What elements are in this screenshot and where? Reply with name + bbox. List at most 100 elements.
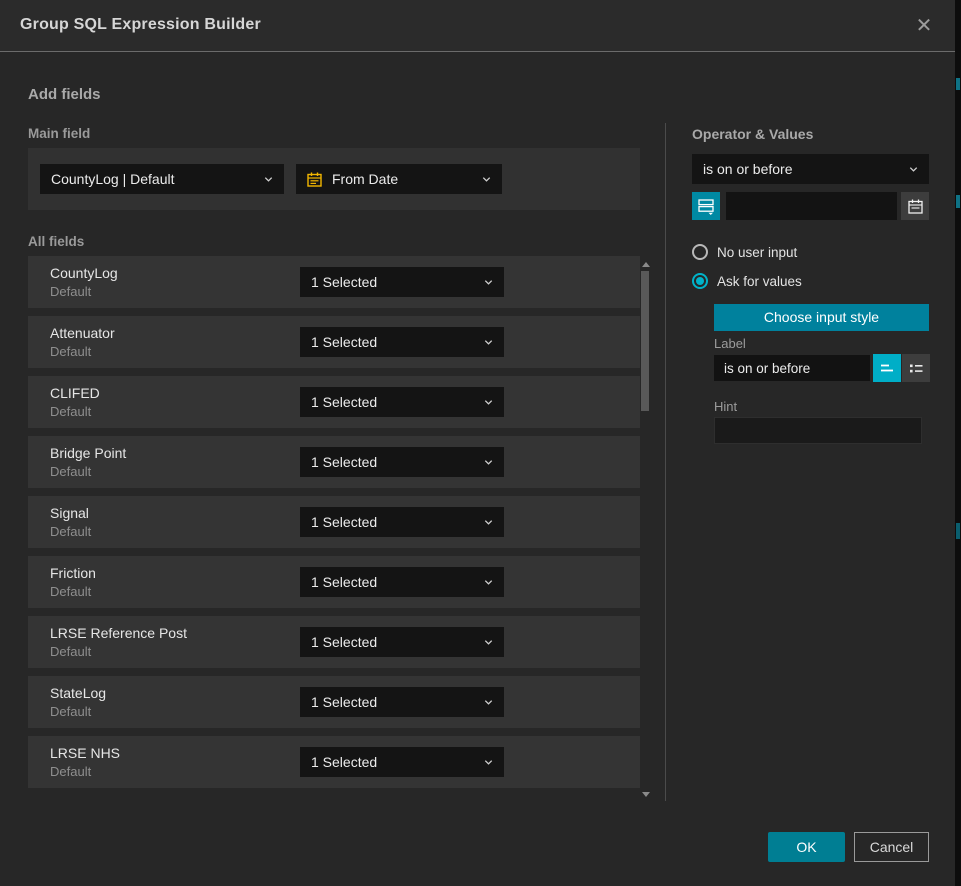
field-values-dropdown-value: 1 Selected (300, 754, 483, 770)
field-values-dropdown[interactable]: 1 Selected (300, 627, 504, 657)
all-fields-list: CountyLog Default 1 Selected Attenuator … (28, 256, 640, 796)
input-style-list-button[interactable] (902, 354, 930, 382)
field-values-dropdown-value: 1 Selected (300, 694, 483, 710)
main-field-label: Main field (28, 126, 90, 141)
radio-ask-for-values[interactable]: Ask for values (692, 273, 802, 289)
field-values-dropdown-value: 1 Selected (300, 454, 483, 470)
chevron-down-icon (483, 517, 494, 528)
scrollbar-up-arrow-icon[interactable] (642, 262, 650, 267)
field-row: StateLog Default 1 Selected (28, 676, 640, 728)
field-subtitle: Default (50, 344, 91, 359)
background-page-sliver (955, 0, 961, 886)
layer-select[interactable]: CountyLog | Default (40, 164, 284, 194)
field-row: Friction Default 1 Selected (28, 556, 640, 608)
field-name: LRSE Reference Post (50, 625, 187, 641)
date-field-select-value: From Date (323, 171, 481, 187)
label-input[interactable] (714, 355, 870, 381)
label-field-label: Label (714, 336, 746, 351)
field-values-dropdown[interactable]: 1 Selected (300, 507, 504, 537)
cancel-button[interactable]: Cancel (854, 832, 929, 862)
chevron-down-icon (483, 337, 494, 348)
chevron-down-icon (263, 174, 274, 185)
field-subtitle: Default (50, 464, 91, 479)
field-name: CLIFED (50, 385, 100, 401)
field-values-dropdown[interactable]: 1 Selected (300, 327, 504, 357)
value-source-type-button[interactable] (692, 192, 720, 220)
calendar-icon (907, 198, 924, 215)
value-input[interactable] (726, 192, 897, 220)
field-subtitle: Default (50, 284, 91, 299)
chevron-down-icon (483, 277, 494, 288)
input-style-text-button[interactable] (873, 354, 901, 382)
hint-field-label: Hint (714, 399, 737, 414)
chevron-down-icon (483, 637, 494, 648)
chevron-down-icon (483, 577, 494, 588)
field-values-dropdown[interactable]: 1 Selected (300, 747, 504, 777)
field-values-dropdown[interactable]: 1 Selected (300, 447, 504, 477)
chevron-down-icon (483, 697, 494, 708)
bulleted-list-icon (907, 359, 925, 377)
dialog-titlebar: Group SQL Expression Builder ✕ (0, 0, 955, 52)
field-name: Attenuator (50, 325, 115, 341)
chevron-down-icon (483, 457, 494, 468)
background-accent-fragment (956, 195, 960, 208)
background-accent-fragment (956, 523, 960, 539)
field-subtitle: Default (50, 404, 91, 419)
field-row: LRSE NHS Default 1 Selected (28, 736, 640, 788)
radio-circle (692, 244, 708, 260)
panel-divider (665, 123, 666, 801)
field-row: Bridge Point Default 1 Selected (28, 436, 640, 488)
chevron-down-icon (483, 397, 494, 408)
field-name: LRSE NHS (50, 745, 120, 761)
field-row: Attenuator Default 1 Selected (28, 316, 640, 368)
add-fields-heading: Add fields (28, 86, 101, 103)
field-values-dropdown[interactable]: 1 Selected (300, 267, 504, 297)
layer-select-value: CountyLog | Default (40, 171, 263, 187)
operator-select-value: is on or before (692, 161, 908, 177)
dialog-title: Group SQL Expression Builder (20, 16, 261, 34)
field-row: Signal Default 1 Selected (28, 496, 640, 548)
field-values-dropdown-value: 1 Selected (300, 334, 483, 350)
date-field-select[interactable]: From Date (296, 164, 502, 194)
field-values-dropdown-value: 1 Selected (300, 574, 483, 590)
calendar-icon (306, 171, 323, 188)
field-name: Friction (50, 565, 96, 581)
hint-input[interactable] (714, 417, 922, 444)
field-row: CountyLog Default 1 Selected (28, 256, 640, 308)
scrollbar-thumb[interactable] (641, 271, 649, 411)
field-subtitle: Default (50, 704, 91, 719)
radio-circle (692, 273, 708, 289)
scrollbar-down-arrow-icon[interactable] (642, 792, 650, 797)
field-values-dropdown-value: 1 Selected (300, 634, 483, 650)
align-left-icon (878, 359, 896, 377)
background-accent-fragment (956, 78, 960, 90)
ok-button[interactable]: OK (768, 832, 845, 862)
field-name: StateLog (50, 685, 106, 701)
radio-label: Ask for values (717, 274, 802, 289)
chevron-down-icon (908, 164, 919, 175)
operator-values-heading: Operator & Values (692, 126, 813, 142)
field-values-dropdown[interactable]: 1 Selected (300, 387, 504, 417)
operator-select[interactable]: is on or before (692, 154, 929, 184)
choose-input-style-button[interactable]: Choose input style (714, 304, 929, 331)
field-subtitle: Default (50, 584, 91, 599)
field-values-dropdown[interactable]: 1 Selected (300, 567, 504, 597)
main-field-box: CountyLog | Default From Date (28, 148, 640, 210)
field-values-dropdown-value: 1 Selected (300, 274, 483, 290)
chevron-down-icon (481, 174, 492, 185)
all-fields-label: All fields (28, 234, 84, 249)
field-subtitle: Default (50, 644, 91, 659)
radio-no-user-input[interactable]: No user input (692, 244, 797, 260)
field-name: Bridge Point (50, 445, 126, 461)
date-picker-button[interactable] (901, 192, 929, 220)
stacked-values-icon (697, 197, 715, 215)
field-subtitle: Default (50, 764, 91, 779)
field-name: CountyLog (50, 265, 118, 281)
field-values-dropdown[interactable]: 1 Selected (300, 687, 504, 717)
chevron-down-icon (483, 757, 494, 768)
field-row: LRSE Reference Post Default 1 Selected (28, 616, 640, 668)
radio-label: No user input (717, 245, 797, 260)
group-sql-expression-builder-dialog: Group SQL Expression Builder ✕ Add field… (0, 0, 961, 886)
close-icon[interactable]: ✕ (911, 13, 937, 39)
field-values-dropdown-value: 1 Selected (300, 514, 483, 530)
